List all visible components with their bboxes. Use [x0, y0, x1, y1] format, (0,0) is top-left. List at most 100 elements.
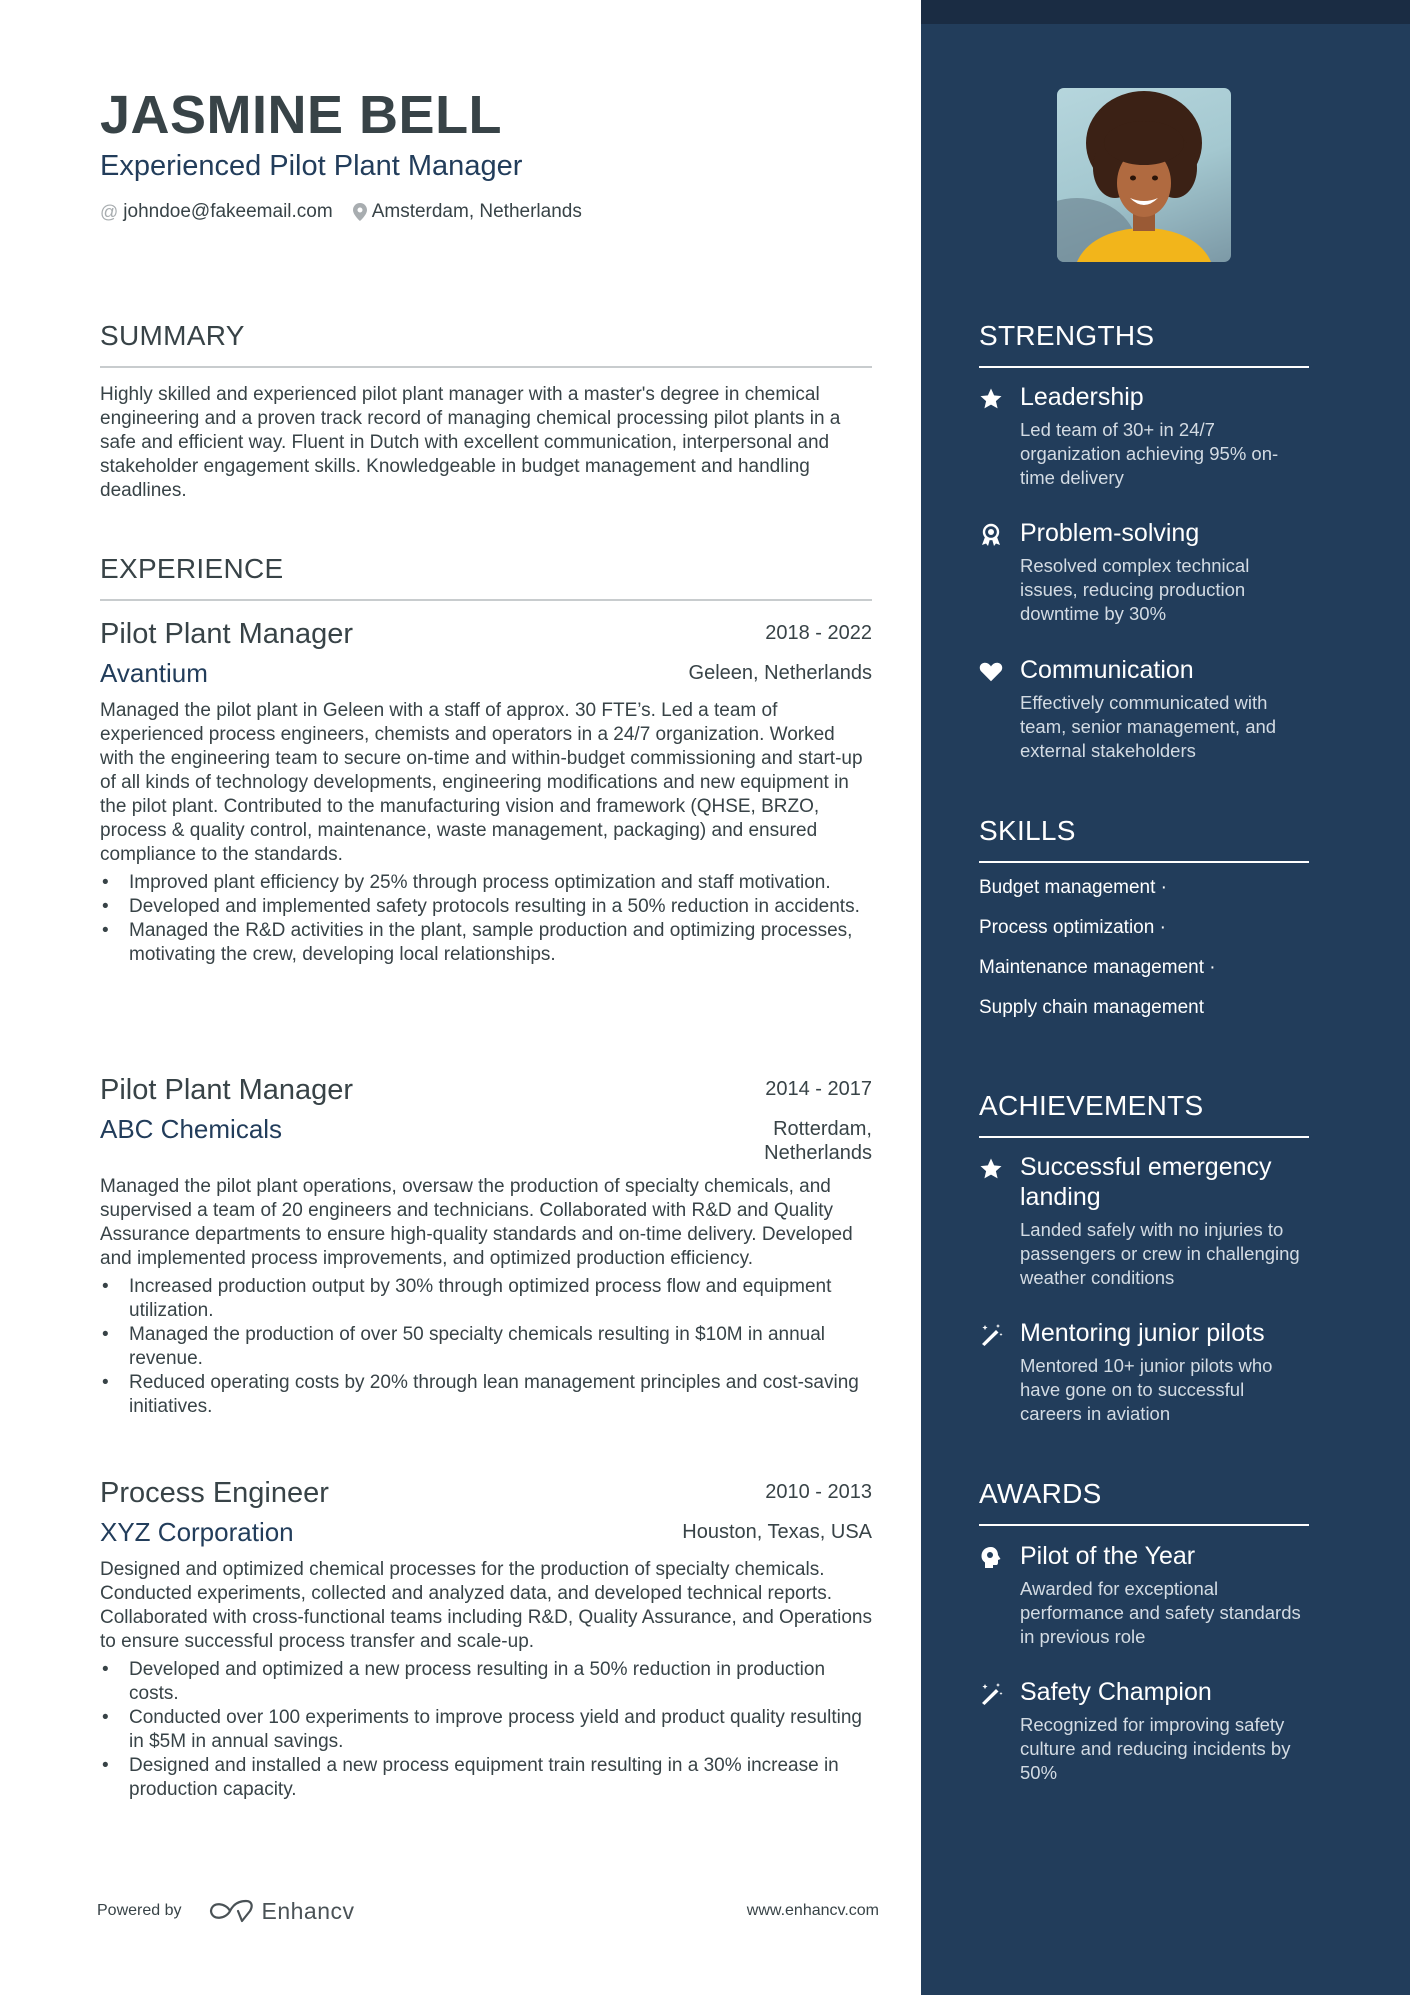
job-title: Process Engineer — [100, 1477, 329, 1509]
star-icon — [979, 387, 1003, 411]
main-column: JASMINE BELL Experienced Pilot Plant Man… — [0, 0, 921, 1995]
summary-heading: SUMMARY — [100, 320, 872, 368]
awards-heading-text: AWARDS — [979, 1478, 1102, 1509]
job-location: Rotterdam, Netherlands — [764, 1118, 872, 1164]
magic-wand-icon — [979, 1682, 1003, 1706]
section-divider — [979, 1136, 1309, 1138]
strength-item: Communication Effectively communicated w… — [979, 655, 1309, 763]
achievement-description: Mentored 10+ junior pilots who have gone… — [1020, 1355, 1273, 1424]
section-divider — [100, 599, 872, 601]
magic-wand-icon — [979, 1323, 1003, 1347]
profile-photo — [1057, 88, 1231, 262]
section-divider — [979, 366, 1309, 368]
award-title: Pilot of the Year — [1020, 1542, 1196, 1570]
achievement-item: Successful emergency landing Landed safe… — [979, 1152, 1309, 1290]
enhancv-logo-icon — [209, 1899, 253, 1923]
bullet-item: • Increased production output by 30% thro… — [102, 1276, 832, 1321]
job-title: Pilot Plant Manager — [100, 1074, 354, 1106]
experience-entry: Pilot Plant Manager 2014 - 2017 ABC Chem… — [100, 1073, 872, 1419]
job-description: Managed the pilot plant operations, over… — [100, 1176, 853, 1269]
award-description: Awarded for exceptional performance and … — [1020, 1578, 1301, 1647]
skills-heading-text: SKILLS — [979, 815, 1076, 846]
enhancv-logo[interactable]: Enhancv — [208, 1898, 355, 1925]
heart-icon — [979, 660, 1003, 684]
skills-heading: SKILLS — [979, 815, 1309, 863]
job-title: Pilot Plant Manager — [100, 618, 354, 650]
location-text: Amsterdam, Netherlands — [371, 201, 582, 222]
award-ribbon-icon — [979, 523, 1003, 547]
job-location: Houston, Texas, USA — [682, 1521, 872, 1543]
email-text: johndoe@fakeemail.com — [123, 201, 333, 222]
at-icon: @ — [100, 201, 119, 222]
strength-title: Problem-solving — [1020, 519, 1200, 547]
section-divider — [979, 861, 1309, 863]
job-company: Avantium — [100, 658, 208, 688]
map-pin-icon — [352, 203, 367, 221]
footer: Powered by Enhancv www.enhancv.com — [97, 1896, 879, 1926]
summary-text: Highly skilled and experienced pilot pla… — [100, 384, 841, 501]
bullet-item: • Managed the R&D activities in the plant… — [102, 920, 853, 965]
achievement-description: Landed safely with no injuries to passen… — [1020, 1219, 1300, 1288]
job-dates: 2018 - 2022 — [765, 622, 872, 644]
bullet-item: • Managed the production of over 50 speci… — [102, 1324, 826, 1369]
bullet-item: • Developed and optimized a new process r… — [102, 1659, 826, 1704]
sidebar: STRENGTHS Leadership Led team of 30+ in … — [921, 0, 1410, 1995]
summary-heading-text: SUMMARY — [100, 320, 245, 351]
strengths-heading-text: STRENGTHS — [979, 320, 1155, 351]
job-location: Geleen, Netherlands — [688, 662, 872, 684]
achievement-title: Mentoring junior pilots — [1020, 1319, 1265, 1347]
award-title: Safety Champion — [1020, 1678, 1212, 1706]
candidate-title: Experienced Pilot Plant Manager — [100, 150, 523, 182]
location-contact: Amsterdam, Netherlands — [352, 201, 582, 223]
skill-item: Supply chain management — [979, 997, 1204, 1018]
sidebar-top-bar — [921, 0, 1410, 24]
achievements-heading-text: ACHIEVEMENTS — [979, 1090, 1204, 1121]
strength-item: Leadership Led team of 30+ in 24/7 organ… — [979, 382, 1309, 490]
email-contact[interactable]: @ johndoe@fakeemail.com — [100, 201, 333, 223]
job-bullets: • Increased production output by 30% thro… — [100, 1275, 872, 1419]
head-brain-icon — [979, 1546, 1003, 1570]
strength-title: Leadership — [1020, 383, 1144, 411]
job-dates: 2014 - 2017 — [765, 1078, 872, 1100]
avatar-image — [1057, 91, 1211, 262]
achievement-item: Mentoring junior pilots Mentored 10+ jun… — [979, 1318, 1309, 1426]
job-description: Managed the pilot plant in Geleen with a… — [100, 700, 863, 865]
bullet-item: • Developed and implemented safety protoc… — [102, 896, 860, 917]
bullet-item: • Reduced operating costs by 20% through … — [102, 1372, 859, 1417]
bullet-item: • Designed and installed a new process eq… — [102, 1755, 839, 1800]
website-link[interactable]: www.enhancv.com — [747, 1902, 879, 1920]
job-description: Designed and optimized chemical processe… — [100, 1559, 872, 1652]
job-bullets: • Developed and optimized a new process r… — [100, 1658, 872, 1802]
star-icon — [979, 1157, 1003, 1181]
powered-by-text: Powered by — [97, 1902, 182, 1919]
experience-heading: EXPERIENCE — [100, 553, 872, 601]
award-description: Recognized for improving safety culture … — [1020, 1714, 1291, 1783]
strength-description: Effectively communicated with team, seni… — [1020, 692, 1277, 761]
enhancv-brand: Enhancv — [261, 1897, 355, 1924]
skill-item: Maintenance management · — [979, 957, 1216, 978]
section-divider — [100, 366, 872, 368]
strength-description: Resolved complex technical issues, reduc… — [1020, 555, 1250, 624]
job-company: XYZ Corporation — [100, 1517, 294, 1547]
experience-heading-text: EXPERIENCE — [100, 553, 284, 584]
experience-entry: Process Engineer 2010 - 2013 XYZ Corpora… — [100, 1476, 872, 1802]
strengths-heading: STRENGTHS — [979, 320, 1309, 368]
section-divider — [979, 1524, 1309, 1526]
skills-list: Budget management · Process optimization… — [979, 876, 1309, 1036]
strength-description: Led team of 30+ in 24/7 organization ach… — [1020, 419, 1279, 488]
job-bullets: • Improved plant efficiency by 25% throug… — [100, 871, 872, 967]
achievement-title: Successful emergency landing — [1020, 1153, 1272, 1211]
job-company: ABC Chemicals — [100, 1114, 283, 1144]
skill-item: Process optimization · — [979, 917, 1166, 938]
award-item: Pilot of the Year Awarded for exceptiona… — [979, 1541, 1309, 1649]
award-item: Safety Champion Recognized for improving… — [979, 1677, 1309, 1785]
job-dates: 2010 - 2013 — [765, 1481, 872, 1503]
skill-item: Budget management · — [979, 877, 1168, 898]
strength-item: Problem-solving Resolved complex technic… — [979, 518, 1309, 626]
candidate-name: JASMINE BELL — [100, 85, 503, 145]
achievements-heading: ACHIEVEMENTS — [979, 1090, 1309, 1138]
bullet-item: • Conducted over 100 experiments to impro… — [102, 1707, 862, 1752]
strength-title: Communication — [1020, 656, 1194, 684]
awards-heading: AWARDS — [979, 1478, 1309, 1526]
powered-by: Powered by Enhancv — [97, 1898, 355, 1925]
